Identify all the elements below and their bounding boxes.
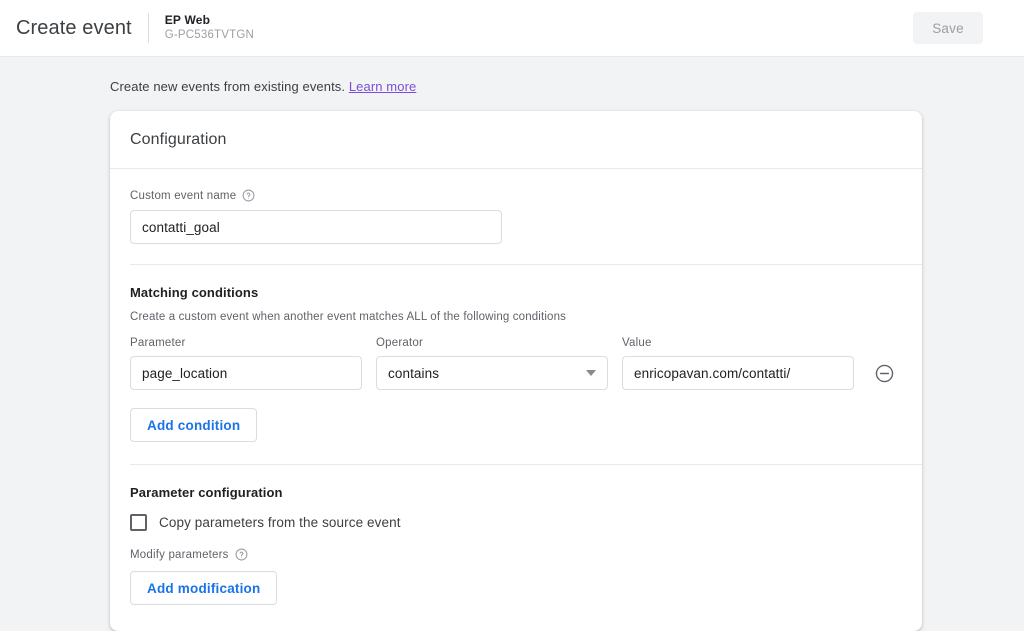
custom-event-name-label: Custom event name [130,189,902,202]
configuration-card-body: Custom event name contatti_goal Matching… [110,169,922,631]
help-circle-icon[interactable] [242,189,255,202]
copy-parameters-row[interactable]: Copy parameters from the source event [130,514,902,531]
add-condition-wrapper: Add condition [130,390,902,464]
configuration-card: Configuration Custom event name contatti… [110,111,922,631]
matching-conditions-subtitle: Create a custom event when another event… [130,311,567,323]
add-modification-wrapper: Add modification [130,571,902,631]
condition-row: Parameter page_location Operator contain… [130,337,902,390]
custom-event-name-section: Custom event name contatti_goal [110,169,922,244]
configuration-card-title: Configuration [110,111,922,169]
parameter-configuration-title: Parameter configuration [130,485,283,500]
add-condition-button[interactable]: Add condition [130,408,258,442]
modify-parameters-label-text: Modify parameters [130,548,229,561]
condition-operator-label: Operator [376,337,423,349]
property-selector[interactable]: EP Web G-PC536TVTGN [165,13,254,42]
condition-value-input[interactable]: enricopavan.com/contatti/ [622,356,854,390]
remove-circle-icon[interactable] [872,356,896,390]
condition-parameter-field: Parameter page_location [130,337,362,390]
condition-value-label: Value [622,337,652,349]
custom-event-name-label-text: Custom event name [130,189,237,202]
custom-event-name-input[interactable]: contatti_goal [130,210,502,244]
save-button[interactable]: Save [913,12,983,44]
condition-value-field: Value enricopavan.com/contatti/ [622,337,854,390]
add-modification-button[interactable]: Add modification [130,571,278,605]
matching-conditions-section: Matching conditions Create a custom even… [110,265,922,464]
property-measurement-id: G-PC536TVTGN [164,29,255,42]
copy-parameters-checkbox[interactable] [130,514,147,531]
help-circle-icon[interactable] [235,548,248,561]
condition-operator-field: Operator contains [376,337,608,390]
app-top-bar: Create event EP Web G-PC536TVTGN Save [0,0,1024,57]
property-name: EP Web [164,13,211,28]
page-title: Create event [16,16,132,39]
condition-parameter-input[interactable]: page_location [130,356,362,390]
chevron-down-icon [586,370,596,376]
condition-operator-select[interactable]: contains [376,356,608,390]
learn-more-link[interactable]: Learn more [349,79,416,94]
modify-parameters-label: Modify parameters [130,548,902,561]
matching-conditions-title: Matching conditions [130,285,259,300]
spacer-above-divider-1 [110,244,922,264]
condition-operator-value: contains [388,365,440,381]
condition-parameter-label: Parameter [130,337,186,349]
notice-text: Create new events from existing events. [110,79,346,94]
copy-parameters-label: Copy parameters from the source event [159,515,401,530]
header-divider [147,13,149,43]
info-notice: Create new events from existing events. … [0,57,1024,94]
parameter-configuration-section: Parameter configuration Copy parameters … [110,465,922,631]
page-content: Create new events from existing events. … [0,57,1024,631]
